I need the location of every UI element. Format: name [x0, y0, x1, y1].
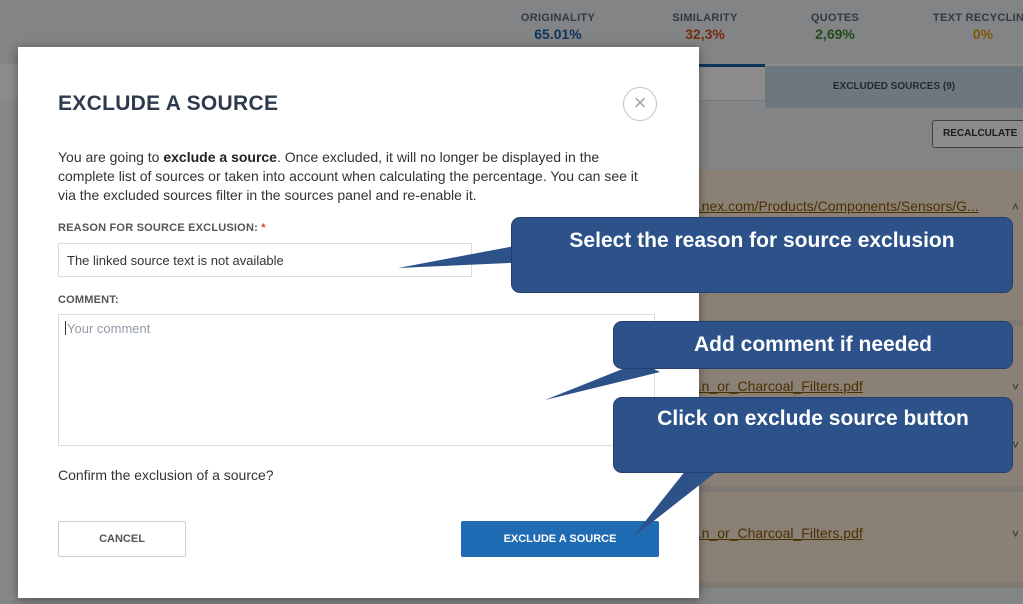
callout-add-comment: Add comment if needed	[614, 322, 1012, 368]
callout-pointer-reason	[398, 245, 530, 268]
callout-click-exclude: Click on exclude source button	[614, 398, 1012, 472]
callout-pointer-exclude	[632, 465, 725, 538]
callout-select-reason: Select the reason for source exclusion	[512, 218, 1012, 292]
callout-pointers	[398, 245, 725, 538]
